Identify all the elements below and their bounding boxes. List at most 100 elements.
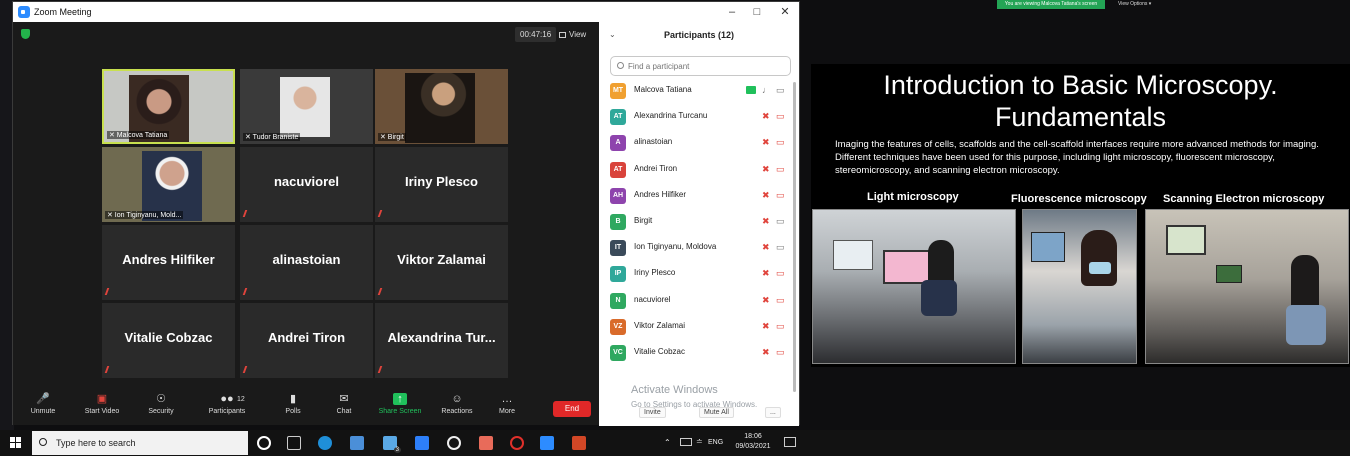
view-options-label: View Options (1118, 1, 1148, 7)
video-tile[interactable]: Alexandrina Tur... (375, 303, 508, 378)
slide-title: Introduction to Basic Microscopy. (883, 70, 1278, 100)
participant-row[interactable]: AT Alexandrina Turcanu ✖ ▭ (610, 107, 788, 127)
end-button[interactable]: End (553, 401, 591, 417)
participant-name: nacuviorel (634, 294, 671, 304)
avatar: B (610, 214, 626, 230)
mic-muted-icon: ✖ (762, 268, 770, 279)
video-tile[interactable]: ✕ Tudor Braniste (240, 69, 373, 144)
video-tile[interactable]: alinastoian (240, 225, 373, 300)
grid-icon (559, 31, 566, 38)
camera-icon: ▭ (776, 216, 785, 226)
video-tile[interactable]: ✕ Birgit (375, 69, 508, 144)
language-indicator[interactable]: ENG (708, 438, 723, 448)
reactions-button[interactable]: ☺ Reactions (431, 393, 483, 415)
mic-muted-icon: ✖ (762, 216, 770, 226)
video-tile[interactable]: ✕ Ion Tiginyanu, Mold... (102, 147, 235, 222)
clock-date: 09/03/2021 (735, 443, 771, 450)
slide-subtitle: Fundamentals (994, 102, 1167, 132)
store-icon[interactable] (350, 436, 364, 450)
task-view-icon[interactable] (287, 436, 301, 450)
light-microscopy-photo (812, 209, 1016, 364)
share-screen-button[interactable]: ↑ Share Screen (374, 393, 426, 415)
panel-more-button[interactable]: ... (765, 407, 781, 418)
participant-row[interactable]: IP Iriny Plesco ✖ ▭ (610, 264, 788, 284)
mute-all-button[interactable]: Mute All (699, 407, 734, 418)
meeting-controls: 🎤 Unmute ▣ Start Video ☉ Security ●● Partici… (13, 390, 599, 425)
search-input[interactable] (628, 60, 778, 73)
chat-label: Chat (336, 408, 352, 415)
zoom-logo-icon (18, 6, 30, 18)
video-tile[interactable]: nacuviorel (240, 147, 373, 222)
participant-row[interactable]: AH Andres Hilfiker ✖ ▭ (610, 186, 788, 206)
panel-footer: Invite Mute All ... (599, 404, 799, 422)
start-button[interactable] (10, 437, 22, 449)
invite-button[interactable]: Invite (639, 407, 666, 418)
video-tile[interactable]: Iriny Plesco (375, 147, 508, 222)
participant-row[interactable]: MT Malcova Tatiana ♩ ▭ (610, 81, 788, 101)
unmute-button[interactable]: 🎤 Unmute (17, 393, 69, 415)
participant-row[interactable]: Aalinastoian ✖ ▭ (610, 133, 788, 153)
participant-row[interactable]: VZ Viktor Zalamai ✖ ▭ (610, 317, 788, 337)
shared-slide: Introduction to Basic Microscopy. Fundam… (811, 64, 1350, 367)
more-button[interactable]: … More (481, 393, 533, 415)
video-tile[interactable]: Andrei Tiron (240, 303, 373, 378)
dropbox-icon[interactable] (415, 436, 429, 450)
avatar: AT (610, 161, 626, 178)
video-tile[interactable]: Andres Hilfiker (102, 225, 235, 300)
search-icon (39, 438, 47, 446)
participant-row[interactable]: Nnacuviorel ✖ ▭ (610, 291, 788, 311)
slide-body: Imaging the features of cells, scaffolds… (835, 139, 1319, 176)
taskbar-search[interactable]: Type here to search (32, 431, 248, 455)
camera-icon: ▭ (776, 294, 785, 305)
polls-button[interactable]: ▮ Polls (267, 393, 319, 415)
video-tile[interactable]: ✕ Malcova Tatiana (102, 69, 235, 144)
participant-name: Vitalie Cobzac (634, 347, 685, 356)
reactions-icon: ☺ (451, 393, 463, 405)
mail-icon[interactable]: 3 (383, 436, 401, 453)
powerpoint-icon[interactable] (572, 436, 586, 450)
meeting-timer: 00:47:16 (515, 27, 557, 42)
window-title: Zoom Meeting (34, 7, 92, 17)
opera-icon[interactable] (510, 436, 524, 450)
participant-row[interactable]: B Birgit ✖ ▭ (610, 212, 788, 232)
participant-row[interactable]: VC Vitalie Cobzac ✖ ▭ (610, 343, 788, 363)
view-options-button[interactable]: View Options ▾ (1118, 0, 1151, 9)
participants-button[interactable]: ●● Participants (201, 393, 253, 415)
security-button[interactable]: ☉ Security (135, 393, 187, 415)
clock[interactable]: 18:06 09/03/2021 (730, 432, 776, 452)
edge-icon[interactable] (318, 436, 332, 450)
zoom-taskbar-icon[interactable] (540, 436, 554, 450)
wifi-icon[interactable]: ≐ (696, 437, 703, 447)
mic-muted-icon: ✖ (762, 242, 770, 253)
participant-row[interactable]: AT Andrei Tiron ✖ ▭ (610, 160, 788, 180)
participant-name: Iriny Plesco (634, 268, 676, 278)
encryption-shield-icon[interactable] (21, 29, 30, 39)
start-video-button[interactable]: ▣ Start Video (76, 393, 128, 415)
notifications-icon[interactable] (784, 437, 796, 447)
avatar: IP (610, 266, 626, 283)
view-button[interactable]: View (559, 27, 586, 42)
video-tile[interactable]: Vitalie Cobzac (102, 303, 235, 378)
close-button[interactable]: ✕ (778, 5, 792, 19)
tray-overflow-icon[interactable]: ⌃ (664, 438, 671, 448)
participant-search[interactable] (610, 56, 791, 76)
tile-name: Andrei Tiron (267, 330, 346, 345)
paint-icon[interactable] (479, 436, 493, 450)
maximize-button[interactable]: □ (750, 5, 764, 19)
participant-row[interactable]: IT Ion Tiginyanu, Moldova ✖ ▭ (610, 238, 788, 258)
mail-badge: 3 (393, 447, 401, 453)
app-icon[interactable] (447, 436, 461, 450)
camera-icon: ▭ (776, 320, 785, 331)
camera-icon: ▭ (776, 85, 785, 95)
video-tile[interactable]: Viktor Zalamai (375, 225, 508, 300)
participant-name: Andres Hilfiker (634, 189, 687, 199)
scrollbar[interactable] (793, 82, 796, 392)
taskbar: Type here to search 3 ⌃ ≐ ENG 18:06 09/03… (0, 430, 1350, 456)
participant-name: Malcova Tatiana (634, 85, 692, 94)
minimize-button[interactable]: – (725, 5, 739, 19)
mic-muted-icon: ✖ (762, 294, 770, 305)
chat-button[interactable]: ✉ Chat (318, 393, 370, 415)
battery-icon[interactable] (680, 438, 692, 446)
cortana-icon[interactable] (257, 436, 271, 450)
tile-name: alinastoian (272, 252, 341, 267)
